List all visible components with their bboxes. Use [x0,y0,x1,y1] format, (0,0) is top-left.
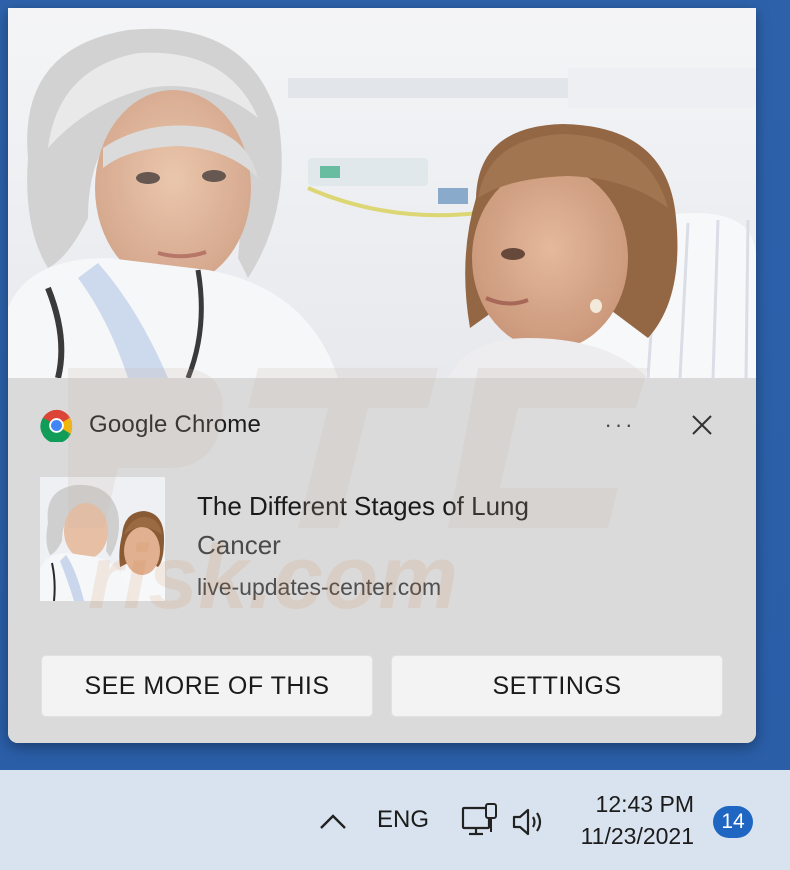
notification-source: live-updates-center.com [197,574,442,600]
chrome-notification-toast[interactable]: Google Chrome ··· The Different Stages o… [8,8,756,743]
clock-time: 12:43 PM [595,791,694,817]
app-name: Google Chrome [89,411,262,438]
notification-title: The Different Stages of Lung [197,491,529,521]
more-options-icon[interactable]: ··· [592,408,648,442]
volume-icon[interactable] [510,804,550,840]
notification-count-badge[interactable]: 14 [713,806,753,838]
notification-title-continued: Cancer [197,530,281,560]
app-header: Google Chrome [40,408,261,442]
system-clock[interactable]: 12:43 PM 11/23/2021 [568,788,694,852]
settings-button[interactable]: SETTINGS [391,655,723,717]
notification-text: The Different Stages of Lung Cancer live… [197,486,697,602]
network-icon[interactable] [460,802,500,842]
taskbar: ENG 12:43 PM 11/23/2021 14 [0,770,790,870]
hero-image-doctor-patient[interactable] [8,8,756,378]
chevron-up-icon[interactable] [316,804,350,838]
language-indicator[interactable]: ENG [377,806,429,834]
clock-date: 11/23/2021 [580,823,694,849]
see-more-button[interactable]: SEE MORE OF THIS [41,655,373,717]
notification-thumbnail [40,477,165,601]
chrome-icon [40,409,73,442]
close-icon[interactable] [682,408,722,442]
notification-body: Google Chrome ··· The Different Stages o… [8,378,756,743]
